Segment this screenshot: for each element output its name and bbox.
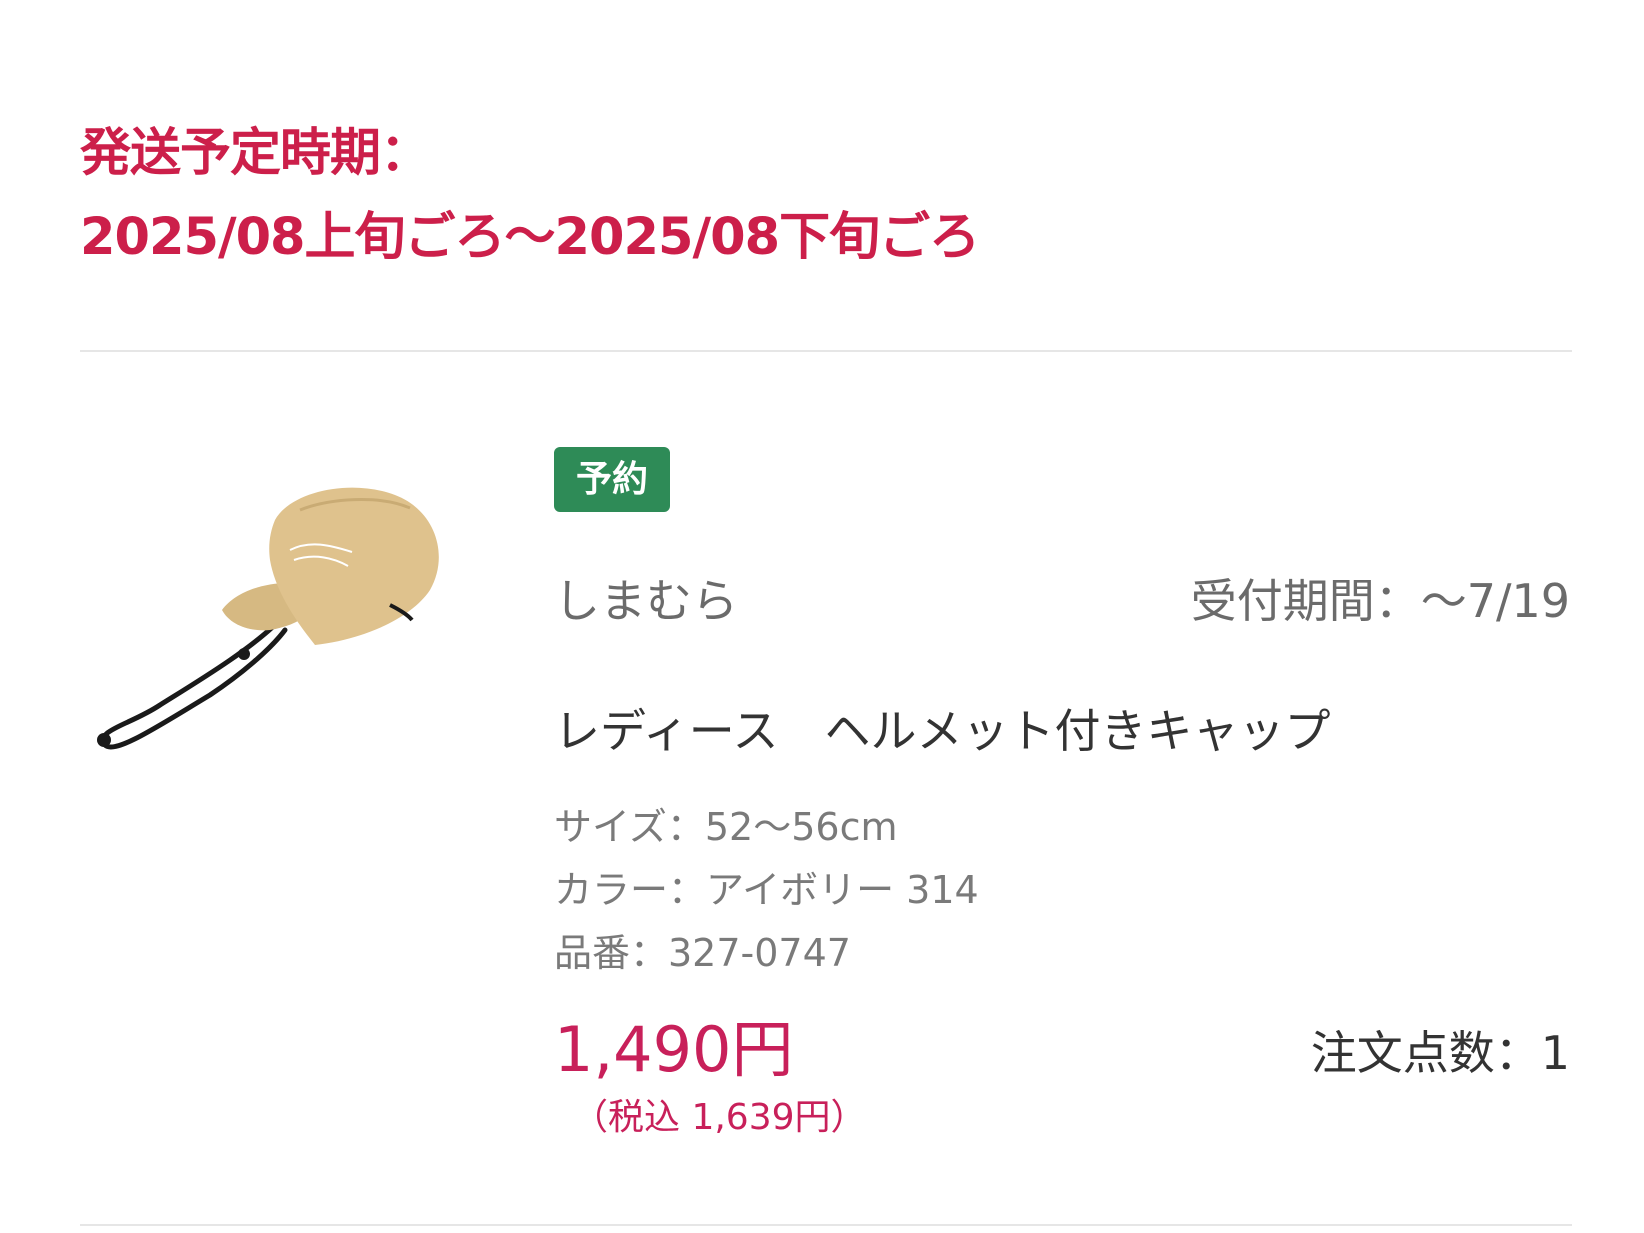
- product-price: 1,490円: [554, 1013, 794, 1086]
- product-size: サイズ：52〜56cm: [554, 805, 898, 849]
- product-specs: サイズ：52〜56cm カラー：アイボリー 314 品番：327-0747: [554, 796, 979, 985]
- product-item-number: 品番：327-0747: [554, 931, 851, 975]
- product-color: カラー：アイボリー 314: [554, 868, 979, 912]
- product-price-with-tax: （税込 1,639円）: [572, 1097, 867, 1138]
- product-image[interactable]: [90, 480, 470, 800]
- reservation-badge: 予約: [554, 447, 670, 512]
- order-quantity: 注文点数：1: [1310, 1026, 1570, 1080]
- reception-period: 受付期間：〜7/19: [1190, 574, 1570, 628]
- divider-top: [80, 350, 1572, 352]
- divider-bottom: [80, 1224, 1572, 1226]
- shipping-label: 発送予定時期：: [80, 124, 431, 183]
- product-name[interactable]: レディース ヘルメット付きキャップ: [554, 700, 1330, 762]
- shipping-schedule: 発送予定時期： 2025/08上旬ごろ〜2025/08下旬ごろ: [80, 112, 980, 280]
- shipping-period: 2025/08上旬ごろ〜2025/08下旬ごろ: [80, 208, 980, 267]
- cap-image-icon: [97, 487, 439, 750]
- brand-name: しまむら: [554, 574, 738, 628]
